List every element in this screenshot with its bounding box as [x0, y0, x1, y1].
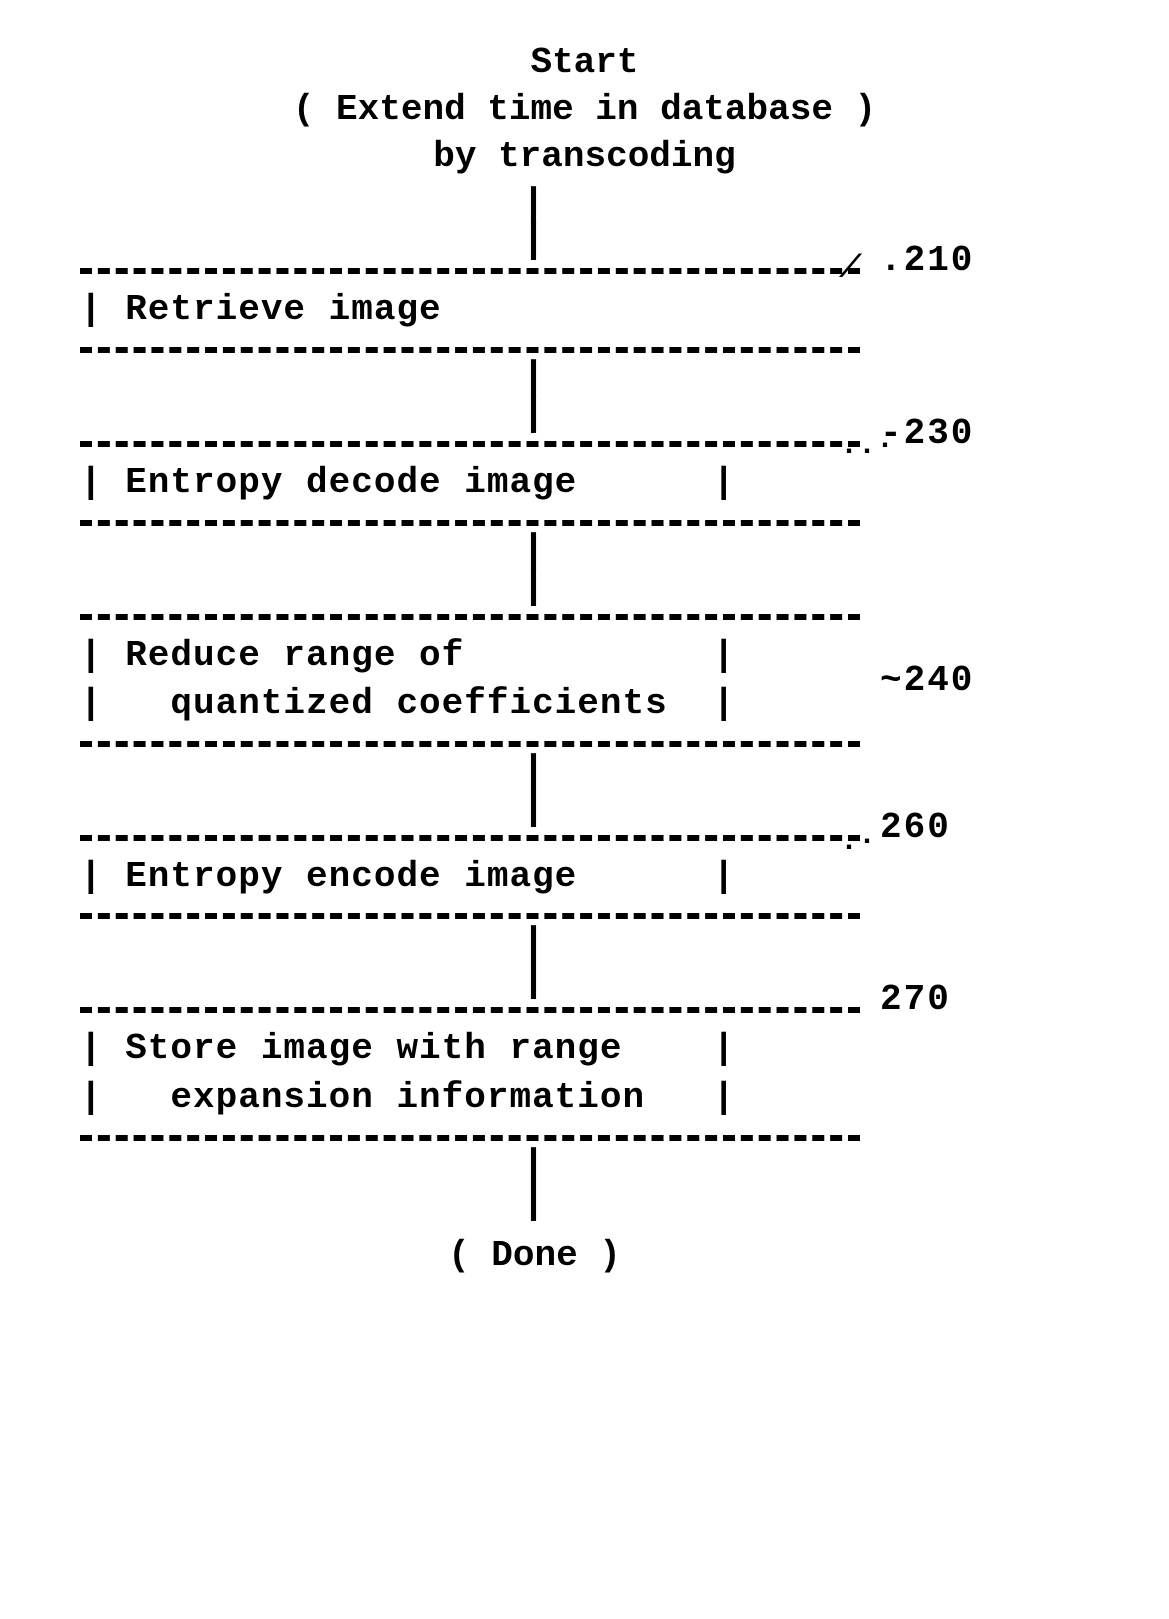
connector: | | — [521, 919, 547, 1007]
start-label: Start — [293, 40, 876, 87]
ref-230: -230 — [880, 413, 974, 454]
step-box: | Retrieve image — [80, 268, 860, 353]
step-text: | Entropy decode image | — [80, 459, 860, 508]
ref-270: 270 — [880, 979, 951, 1020]
step-box: | Entropy encode image | — [80, 835, 860, 920]
step-210: ⟋ .210 | Retrieve image — [80, 268, 860, 353]
lead-line: ⟋ — [840, 254, 861, 284]
connector: | | — [521, 180, 547, 268]
ref-210: .210 — [880, 240, 974, 281]
ref-240: ~240 — [880, 660, 974, 701]
step-text: | Retrieve image — [80, 286, 860, 335]
done-node: ( Done ) — [448, 1229, 621, 1276]
step-text: | Store image with range | — [80, 1025, 860, 1074]
step-240: ~240 | Reduce range of | | quantized coe… — [80, 614, 860, 747]
connector: | | — [521, 353, 547, 441]
step-text: | Entropy encode image | — [80, 853, 860, 902]
step-box: | Entropy decode image | — [80, 441, 860, 526]
step-box: | Reduce range of | | quantized coeffici… — [80, 614, 860, 747]
start-subtitle: ( Extend time in database ) by transcodi… — [293, 87, 876, 181]
ref-260: 260 — [880, 807, 951, 848]
connector: | | — [521, 526, 547, 614]
step-text: | quantized coefficients | — [80, 680, 860, 729]
step-text: | Reduce range of | — [80, 632, 860, 681]
connector: | | — [521, 747, 547, 835]
flowchart: Start ( Extend time in database ) by tra… — [80, 40, 1089, 1276]
step-230: ..· -230 | Entropy decode image | — [80, 441, 860, 526]
start-node: Start ( Extend time in database ) by tra… — [293, 40, 876, 180]
step-box: | Store image with range | | expansion i… — [80, 1007, 860, 1140]
step-270: 270 | Store image with range | | expansi… — [80, 1007, 860, 1140]
connector: | | — [521, 1141, 547, 1229]
lead-line: .· — [840, 827, 876, 857]
step-260: .· 260 | Entropy encode image | — [80, 835, 860, 920]
step-text: | expansion information | — [80, 1074, 860, 1123]
